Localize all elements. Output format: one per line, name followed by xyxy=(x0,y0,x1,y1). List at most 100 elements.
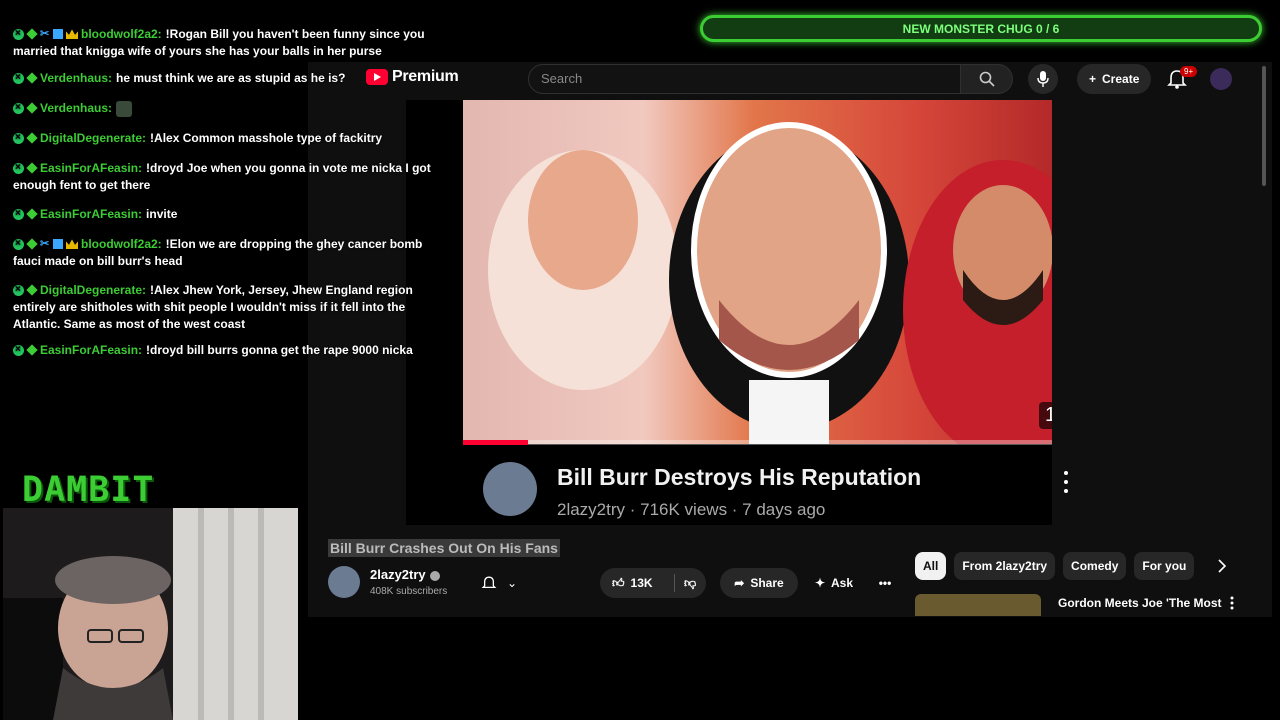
verified-icon xyxy=(429,570,440,581)
chat-message: ✂bloodwolf2a2:!Rogan Bill you haven't be… xyxy=(13,25,453,60)
chat-message: EasinForAFeasin:!droyd Joe when you gonn… xyxy=(13,159,453,194)
more-options-icon[interactable] xyxy=(1059,468,1073,496)
chat-message: Verdenhaus: xyxy=(13,99,453,117)
diamond-badge-icon xyxy=(26,28,38,40)
search-icon xyxy=(979,71,995,87)
chip-3[interactable]: For you xyxy=(1134,552,1195,580)
account-avatar[interactable] xyxy=(1210,68,1232,90)
chat-username[interactable]: Verdenhaus: xyxy=(40,71,112,85)
webcam-image xyxy=(3,508,298,720)
more-actions-button[interactable]: ••• xyxy=(870,568,900,598)
recommended-more-icon[interactable] xyxy=(1228,596,1236,610)
ask-button[interactable]: ✦ Ask xyxy=(798,568,870,598)
like-count[interactable]: 13K xyxy=(631,576,653,590)
chat-text: invite xyxy=(146,207,178,221)
mod-badge-icon xyxy=(13,69,24,86)
mod-badge-icon xyxy=(13,235,24,252)
user-badges xyxy=(13,69,38,86)
thumbs-down-icon[interactable]: 👎︎ xyxy=(684,576,696,591)
share-icon: ➦ xyxy=(734,576,745,590)
chat-message: Verdenhaus: he must think we are as stupi… xyxy=(13,69,453,87)
chat-message: DigitalDegenerate: !Alex Common masshole … xyxy=(13,129,453,147)
hype-badge-icon xyxy=(53,239,63,250)
stream-chat: ✂bloodwolf2a2:!Rogan Bill you haven't be… xyxy=(0,0,460,370)
monster-chug-bar: NEW MONSTER CHUG 0 / 6 xyxy=(700,15,1262,42)
chat-text: !droyd bill burrs gonna get the rape 900… xyxy=(146,343,413,357)
user-badges xyxy=(13,129,38,146)
video-card-meta: 2lazy2try · 716K views · 7 days ago xyxy=(557,500,826,519)
thumbs-up-icon[interactable]: 👍︎ xyxy=(612,576,625,591)
chat-username[interactable]: bloodwolf2a2: xyxy=(81,27,162,41)
chip-1[interactable]: From 2lazy2try xyxy=(954,552,1056,580)
user-badges: ✂ xyxy=(13,25,78,42)
mod-badge-icon xyxy=(13,281,24,298)
create-button[interactable]: + Create xyxy=(1077,64,1152,94)
search-input[interactable]: Search xyxy=(528,64,961,94)
user-badges xyxy=(13,281,38,298)
chip-2[interactable]: Comedy xyxy=(1063,552,1127,580)
create-label: Create xyxy=(1102,72,1140,86)
video-card-title[interactable]: Bill Burr Destroys His Reputation xyxy=(557,464,921,491)
channel-avatar[interactable] xyxy=(483,462,537,516)
chat-emote xyxy=(116,100,133,117)
recommended-video-title[interactable]: Gordon Meets Joe 'The Most xyxy=(1058,596,1222,610)
watch-channel-name[interactable]: 2lazy2try xyxy=(370,567,440,582)
search-button[interactable] xyxy=(961,64,1013,94)
diamond-badge-icon xyxy=(26,284,38,296)
webcam-feed xyxy=(3,508,298,720)
video-thumbnail: 12:00 xyxy=(463,100,1052,445)
ask-label: Ask xyxy=(831,576,854,590)
user-badges xyxy=(13,205,38,222)
recommendation-chips: All From 2lazy2try Comedy For you xyxy=(915,552,1195,580)
chat-message: EasinForAFeasin: invite xyxy=(13,205,453,223)
mod-badge-icon xyxy=(13,159,24,176)
stream-stage: Premium Search + Create 9+ 1 Bill Burr D… xyxy=(0,0,1280,720)
sword-badge-icon: ✂ xyxy=(40,238,50,251)
chevron-right-icon[interactable] xyxy=(1212,556,1232,576)
chat-username[interactable]: DigitalDegenerate: xyxy=(40,283,146,297)
diamond-badge-icon xyxy=(26,132,38,144)
diamond-badge-icon xyxy=(26,102,38,114)
chat-username[interactable]: DigitalDegenerate: xyxy=(40,131,146,145)
chat-username[interactable]: bloodwolf2a2: xyxy=(81,237,162,251)
diamond-badge-icon xyxy=(26,238,38,250)
bell-icon xyxy=(481,576,497,589)
chat-message: EasinForAFeasin: !droyd bill burrs gonna … xyxy=(13,341,453,359)
thumbnail-art xyxy=(488,122,1052,444)
video-duration: 12:00 xyxy=(1038,402,1052,429)
like-dislike-group: 👍︎ 13K 👎︎ xyxy=(600,568,706,598)
chat-text: he must think we are as stupid as he is? xyxy=(116,71,346,85)
voice-search-button[interactable] xyxy=(1028,64,1058,94)
subscription-bell-button[interactable]: ⌄ xyxy=(468,568,530,598)
streamer-logo: DAMBIT xyxy=(22,470,155,510)
mod-badge-icon xyxy=(13,341,24,358)
chat-username[interactable]: EasinForAFeasin: xyxy=(40,161,142,175)
plus-icon: + xyxy=(1089,72,1097,86)
mod-badge-icon xyxy=(13,99,24,116)
user-badges xyxy=(13,341,38,358)
chat-username[interactable]: EasinForAFeasin: xyxy=(40,343,142,357)
sparkle-icon: ✦ xyxy=(814,576,826,590)
chat-text: !Alex Common masshole type of fackitry xyxy=(150,131,383,145)
mod-badge-icon xyxy=(13,25,24,42)
chevron-down-icon: ⌄ xyxy=(506,576,518,590)
chat-username[interactable]: Verdenhaus: xyxy=(40,101,112,115)
chat-message: ✂bloodwolf2a2:!Elon we are dropping the … xyxy=(13,235,453,270)
user-badges xyxy=(13,99,38,116)
notification-badge: 9+ xyxy=(1180,66,1198,77)
chat-username[interactable]: EasinForAFeasin: xyxy=(40,207,142,221)
user-badges xyxy=(13,159,38,176)
chip-0[interactable]: All xyxy=(915,552,947,580)
diamond-badge-icon xyxy=(26,208,38,220)
scrollbar[interactable] xyxy=(1262,66,1266,186)
watch-channel-avatar[interactable] xyxy=(328,566,360,598)
recommended-video-thumbnail[interactable] xyxy=(915,594,1041,616)
user-badges: ✂ xyxy=(13,235,78,252)
crown-badge-icon xyxy=(66,29,78,40)
microphone-icon xyxy=(1037,71,1049,87)
diamond-badge-icon xyxy=(26,162,38,174)
diamond-badge-icon xyxy=(26,72,38,84)
share-button[interactable]: ➦ Share xyxy=(720,568,798,598)
more-horizontal-icon: ••• xyxy=(878,576,892,590)
sword-badge-icon: ✂ xyxy=(40,28,50,41)
